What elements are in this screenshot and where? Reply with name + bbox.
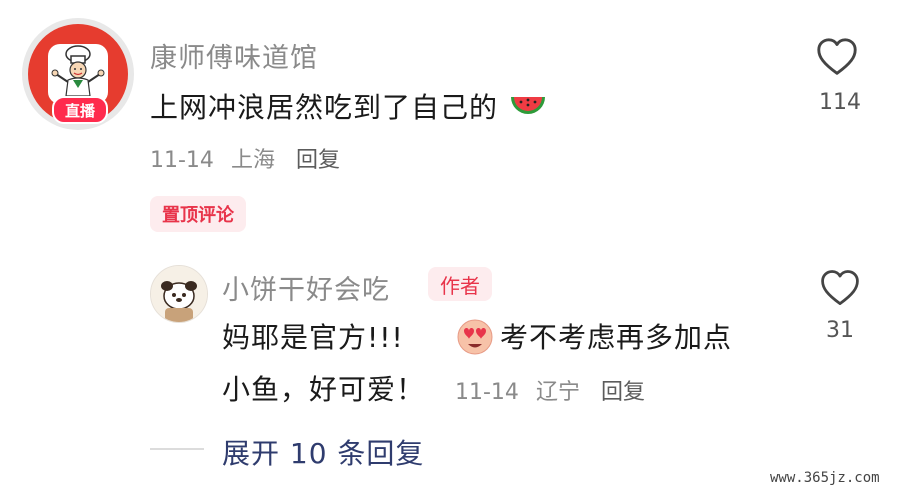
reply-text-line1-end: 考不考虑再多加点 [500,321,733,354]
watermark: www.365jz.com [770,470,880,486]
reply-meta: 11-14 辽宁 回复 [455,374,655,406]
reply-author-avatar[interactable] [150,265,208,323]
heart-eyes-emoji-icon [457,319,493,355]
comment-text: 上网冲浪居然吃到了自己的 [150,86,548,126]
comment-author-name[interactable]: 康师傅味道馆 [150,36,318,75]
expand-replies-button[interactable]: 展开 10 条回复 [222,432,424,472]
reply-location: 辽宁 [535,380,580,405]
reply-text-line1-start: 妈耶是官方!!! [222,321,404,354]
heart-icon[interactable] [818,266,862,310]
reply-date: 11-14 [455,380,519,405]
comment-date: 11-14 [150,148,214,173]
like-count: 114 [819,90,861,115]
watermelon-emoji-icon [510,97,545,114]
comment-location: 上海 [230,148,275,173]
reply-text-line2: 小鱼，好可爱！ [222,373,426,406]
pinned-comment-badge: 置顶评论 [150,196,246,232]
reply-reply-button[interactable]: 回复 [601,380,645,405]
heart-icon[interactable] [814,34,860,80]
author-badge: 作者 [428,267,492,301]
comment-text-body: 上网冲浪居然吃到了自己的 [150,91,499,124]
reply-author-name[interactable]: 小饼干好会吃 [222,268,390,307]
comment-meta: 11-14 上海 回复 [150,142,350,174]
reply-button[interactable]: 回复 [296,148,340,173]
divider [150,448,204,450]
reply-like-count: 31 [826,318,854,343]
live-badge[interactable]: 直播 [52,96,108,124]
cartoon-avatar-icon [151,266,207,322]
